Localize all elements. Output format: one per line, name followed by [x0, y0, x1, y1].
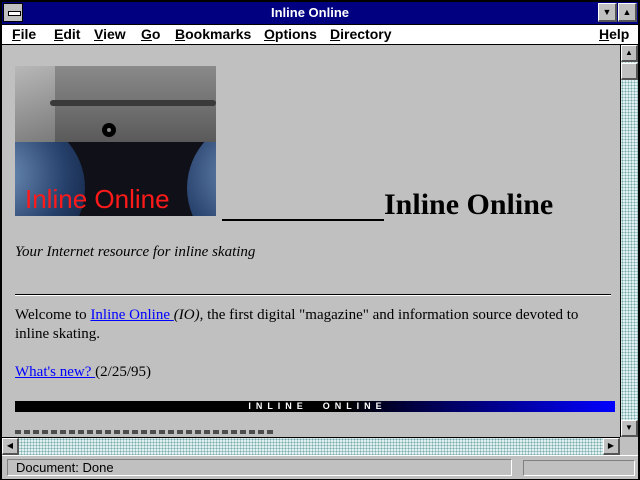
cut-off-text: [15, 430, 415, 437]
minimize-button[interactable]: ▼: [598, 3, 617, 22]
page-content: Inline Online Inline Online Your Interne…: [2, 45, 620, 437]
heading-underline: [222, 219, 384, 221]
whats-new-link[interactable]: What's new?: [15, 364, 95, 380]
window-title: Inline Online: [270, 5, 349, 20]
menu-help[interactable]: Help: [599, 26, 629, 42]
menu-edit[interactable]: Edit: [54, 26, 80, 42]
banner-text: I N L I N E O N L I N E: [248, 401, 382, 411]
welcome-paragraph: Welcome to Inline Online (IO), the first…: [15, 307, 579, 342]
up-arrow-icon: ▲: [622, 7, 632, 17]
maximize-button[interactable]: ▲: [618, 3, 637, 22]
menu-bookmarks[interactable]: Bookmarks: [175, 26, 251, 42]
scroll-up-button[interactable]: ▲: [621, 45, 638, 62]
down-arrow-icon: ▼: [602, 7, 612, 17]
inline-online-banner: I N L I N E O N L I N E: [15, 401, 615, 412]
left-arrow-icon: ◀: [6, 441, 14, 450]
up-arrow-icon: ▲: [625, 48, 633, 57]
whats-new-line: What's new? (2/25/95): [15, 364, 151, 381]
scroll-down-button[interactable]: ▼: [621, 420, 638, 437]
vertical-scrollbar[interactable]: ▲ ▼: [620, 45, 638, 437]
io-abbreviation: (IO): [173, 307, 200, 323]
inline-online-logo: Inline Online: [15, 66, 216, 216]
menu-directory[interactable]: Directory: [330, 26, 391, 42]
horizontal-rule: [15, 294, 611, 296]
scroll-left-button[interactable]: ◀: [2, 438, 19, 455]
down-arrow-icon: ▼: [625, 423, 633, 432]
progress-indicator: [523, 460, 635, 476]
metal-panel: [15, 66, 216, 142]
scroll-right-button[interactable]: ▶: [603, 438, 620, 455]
bolt-hole: [102, 123, 116, 137]
status-bar: Document: Done: [2, 455, 638, 479]
menu-options[interactable]: Options: [264, 26, 317, 42]
vertical-scroll-thumb[interactable]: [621, 63, 638, 80]
page-heading: Inline Online: [384, 188, 554, 221]
menu-go[interactable]: Go: [141, 26, 160, 42]
status-text: Document: Done: [7, 459, 512, 476]
menu-bar: File Edit View Go Bookmarks Options Dire…: [2, 25, 638, 45]
inline-online-link[interactable]: Inline Online: [90, 307, 173, 323]
tagline: Your Internet resource for inline skatin…: [15, 244, 256, 260]
logo-text: Inline Online: [25, 184, 170, 214]
menu-file[interactable]: File: [12, 26, 36, 42]
browser-window: Inline Online ▼ ▲ File Edit View Go Book…: [0, 0, 640, 480]
scrollbar-corner: [620, 437, 638, 455]
whats-new-date: (2/25/95): [95, 364, 151, 380]
system-menu-button[interactable]: [3, 3, 23, 22]
horizontal-scrollbar[interactable]: ◀ ▶: [2, 437, 620, 455]
title-bar[interactable]: Inline Online ▼ ▲: [2, 2, 638, 25]
menu-view[interactable]: View: [94, 26, 126, 42]
right-arrow-icon: ▶: [607, 441, 615, 450]
system-menu-icon: [8, 11, 21, 16]
